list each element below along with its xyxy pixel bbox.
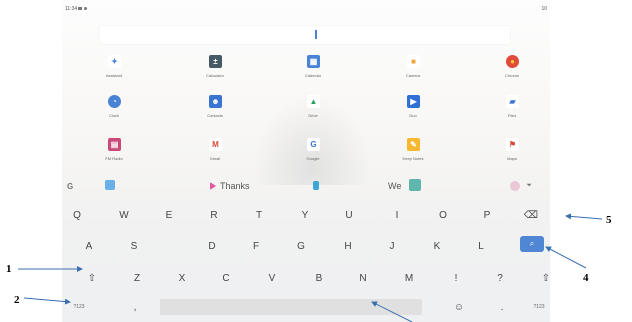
arrow-2	[23, 297, 71, 305]
arrow-5	[565, 213, 603, 220]
callout-arrows	[18, 213, 603, 322]
arrow-4	[545, 246, 587, 269]
arrow-3	[371, 301, 413, 322]
